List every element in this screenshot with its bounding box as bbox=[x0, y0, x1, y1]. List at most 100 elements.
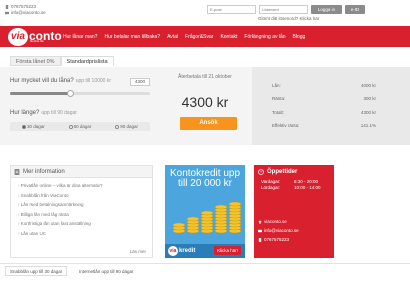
tab-fast-loan[interactable]: Snabblån upp till 30 dagar bbox=[5, 266, 68, 276]
contact-email: info@viaconto.se bbox=[11, 10, 46, 15]
pricing-tabs: Första lånet 0% Standardprislista bbox=[10, 56, 114, 66]
days-question: Hur länge? upp till 90 dagar bbox=[10, 110, 77, 116]
summary-row-interest: Ränta: 300 kr bbox=[272, 96, 376, 101]
days-options: 30 dagar 60 dagar 90 dagar bbox=[10, 122, 150, 131]
option-90-days[interactable]: 90 dagar bbox=[115, 124, 138, 129]
coins-illustration bbox=[172, 201, 242, 234]
summary-value: 4300 kr bbox=[360, 110, 376, 115]
contact-mail[interactable]: info@viaconto.se bbox=[258, 226, 299, 235]
amount-hint: upp till 10000 kr bbox=[75, 78, 112, 84]
more-info-panel: Mer information Privatlån online – vilka… bbox=[10, 165, 153, 258]
document-icon bbox=[14, 168, 20, 175]
total-amount: 4300 kr bbox=[181, 94, 229, 110]
summary-value: 141.1% bbox=[360, 123, 376, 128]
viakredit-logo: via kredit bbox=[168, 246, 195, 256]
contact-phone-number[interactable]: 0767575223 bbox=[258, 235, 299, 244]
summary-label: Effektiv ränta: bbox=[272, 123, 300, 128]
contact-mail-text: info@viaconto.se bbox=[264, 228, 299, 233]
phone-icon bbox=[5, 5, 9, 9]
tab-standard-prices[interactable]: Standardprislista bbox=[60, 56, 114, 66]
clock-icon bbox=[258, 169, 264, 175]
radio-30-days[interactable] bbox=[21, 124, 26, 129]
option-90-label: 90 dagar bbox=[120, 124, 139, 129]
amount-question-text: Hur mycket vill du låna? bbox=[10, 78, 74, 84]
contact-list: viaconto.se info@viaconto.se 0767575223 bbox=[258, 217, 299, 244]
repay-date-label: Återbetala till 21 oktober bbox=[178, 74, 232, 80]
main-menu: Hur lånar man? Hur betalar man tillbaka?… bbox=[63, 26, 305, 47]
contact-info: 0767575223 info@viaconto.se bbox=[5, 4, 46, 16]
days-hint: upp till 90 dagar bbox=[41, 110, 77, 116]
option-30-days[interactable]: 30 dagar bbox=[21, 124, 45, 129]
more-info-header: Mer information bbox=[11, 166, 152, 178]
more-info-title: Mer information bbox=[23, 168, 65, 175]
summary-value: 300 kr bbox=[363, 96, 376, 101]
home-icon bbox=[258, 219, 262, 224]
logo[interactable]: via conto flexibla lån bbox=[8, 27, 62, 46]
amount-slider[interactable] bbox=[10, 89, 150, 97]
nav-item-contact[interactable]: Kontakt bbox=[220, 34, 237, 40]
mail-icon bbox=[258, 229, 262, 232]
forgot-password-link[interactable]: Glömt ditt lösenord? Klicka här bbox=[258, 16, 319, 21]
read-more-link[interactable]: Läs mer bbox=[130, 249, 146, 254]
calculator-result: Återbetala till 21 oktober 4300 kr bbox=[165, 74, 245, 110]
option-30-label: 30 dagar bbox=[26, 124, 45, 129]
radio-60-days[interactable] bbox=[68, 124, 73, 129]
opening-hours-header: Öppettider bbox=[254, 165, 334, 179]
phone-icon bbox=[258, 237, 262, 242]
tab-first-loan[interactable]: Första lånet 0% bbox=[10, 56, 61, 66]
hours-day: Lördagar: bbox=[261, 185, 281, 190]
tab-internet-loan[interactable]: Internetlån upp till 90 dagar bbox=[74, 266, 139, 276]
summary-label: Ränta: bbox=[272, 96, 286, 101]
hours-row: Lördagar: 10:00 - 14:00 bbox=[261, 185, 334, 191]
banner-cta-button[interactable]: Klicka här! bbox=[214, 246, 241, 255]
nav-item-faq[interactable]: Frågor&Svar bbox=[185, 34, 213, 40]
contact-phone-text: 0767575223 bbox=[264, 237, 290, 242]
viakredit-logo-via: via bbox=[168, 246, 178, 256]
eid-button[interactable]: e-ID bbox=[345, 5, 365, 14]
credit-banner[interactable]: Kontokredit upp till 20 000 kr via kredi… bbox=[165, 165, 245, 258]
info-links: Privatlån online – vilka är dina alterna… bbox=[11, 178, 152, 238]
hours-time: 10:00 - 14:00 bbox=[294, 185, 321, 190]
nav-item-blog[interactable]: Blogg bbox=[293, 34, 306, 40]
contact-website[interactable]: viaconto.se bbox=[258, 217, 299, 226]
info-link[interactable]: Billiga lån med låg ränta bbox=[18, 210, 152, 220]
login-form: Logga in e-ID bbox=[207, 5, 365, 14]
password-input[interactable] bbox=[259, 5, 308, 14]
info-link[interactable]: Lån med betalningsanmärkning bbox=[18, 200, 152, 210]
summary-label: Lån: bbox=[272, 83, 281, 88]
info-link[interactable]: Lån utan UC bbox=[18, 229, 152, 239]
top-bar: 0767575223 info@viaconto.se Logga in e-I… bbox=[0, 0, 410, 26]
days-question-text: Hur länge? bbox=[10, 110, 40, 116]
opening-hours-table: Vardagar: 8:30 - 20:00 Lördagar: 10:00 - 1… bbox=[254, 179, 334, 191]
summary-row-total: Totalt: 4300 kr bbox=[272, 110, 376, 115]
amount-slider-handle[interactable] bbox=[66, 89, 74, 97]
summary-row-loan: Lån: 4000 kr bbox=[272, 83, 376, 88]
mail-icon bbox=[5, 11, 9, 15]
summary-row-effective-rate: Effektiv ränta: 141.1% bbox=[272, 123, 376, 128]
info-link[interactable]: Kortfristiga lån utan fast anställning bbox=[18, 219, 152, 229]
login-button[interactable]: Logga in bbox=[311, 5, 342, 14]
amount-question: Hur mycket vill du låna? upp till 10000 k… bbox=[10, 78, 150, 84]
calculator-inputs: Hur mycket vill du låna? upp till 10000 k… bbox=[10, 78, 150, 131]
nav-item-extension[interactable]: Förlängning av lån bbox=[244, 34, 285, 40]
logo-via: via bbox=[8, 27, 28, 46]
contact-website-text: viaconto.se bbox=[264, 219, 287, 224]
email-input[interactable] bbox=[207, 5, 256, 14]
radio-90-days[interactable] bbox=[115, 124, 120, 129]
info-link[interactable]: Snabblån från ViaConto bbox=[18, 191, 152, 201]
amount-field[interactable]: 4300 bbox=[130, 78, 150, 86]
info-link[interactable]: Privatlån online – vilka är dina alterna… bbox=[18, 181, 152, 191]
banner-title: Kontokredit upp till 20 000 kr bbox=[169, 168, 241, 189]
nav-item-agreement[interactable]: Avtal bbox=[167, 34, 178, 40]
opening-hours-panel: Öppettider Vardagar: 8:30 - 20:00 Lördaga… bbox=[254, 165, 334, 258]
bottom-tabs: Snabblån upp till 30 dagar Internetlån u… bbox=[0, 263, 410, 287]
apply-button[interactable]: Ansök bbox=[180, 117, 237, 130]
logo-tagline: flexibla lån bbox=[30, 39, 45, 43]
nav-item-how-to-borrow[interactable]: Hur lånar man? bbox=[63, 34, 97, 40]
option-60-label: 60 dagar bbox=[73, 124, 92, 129]
option-60-days[interactable]: 60 dagar bbox=[68, 124, 92, 129]
nav-item-how-to-repay[interactable]: Hur betalar man tillbaka? bbox=[104, 34, 160, 40]
amount-slider-fill bbox=[10, 92, 71, 95]
summary-value: 4000 kr bbox=[360, 83, 376, 88]
summary-label: Totalt: bbox=[272, 110, 285, 115]
